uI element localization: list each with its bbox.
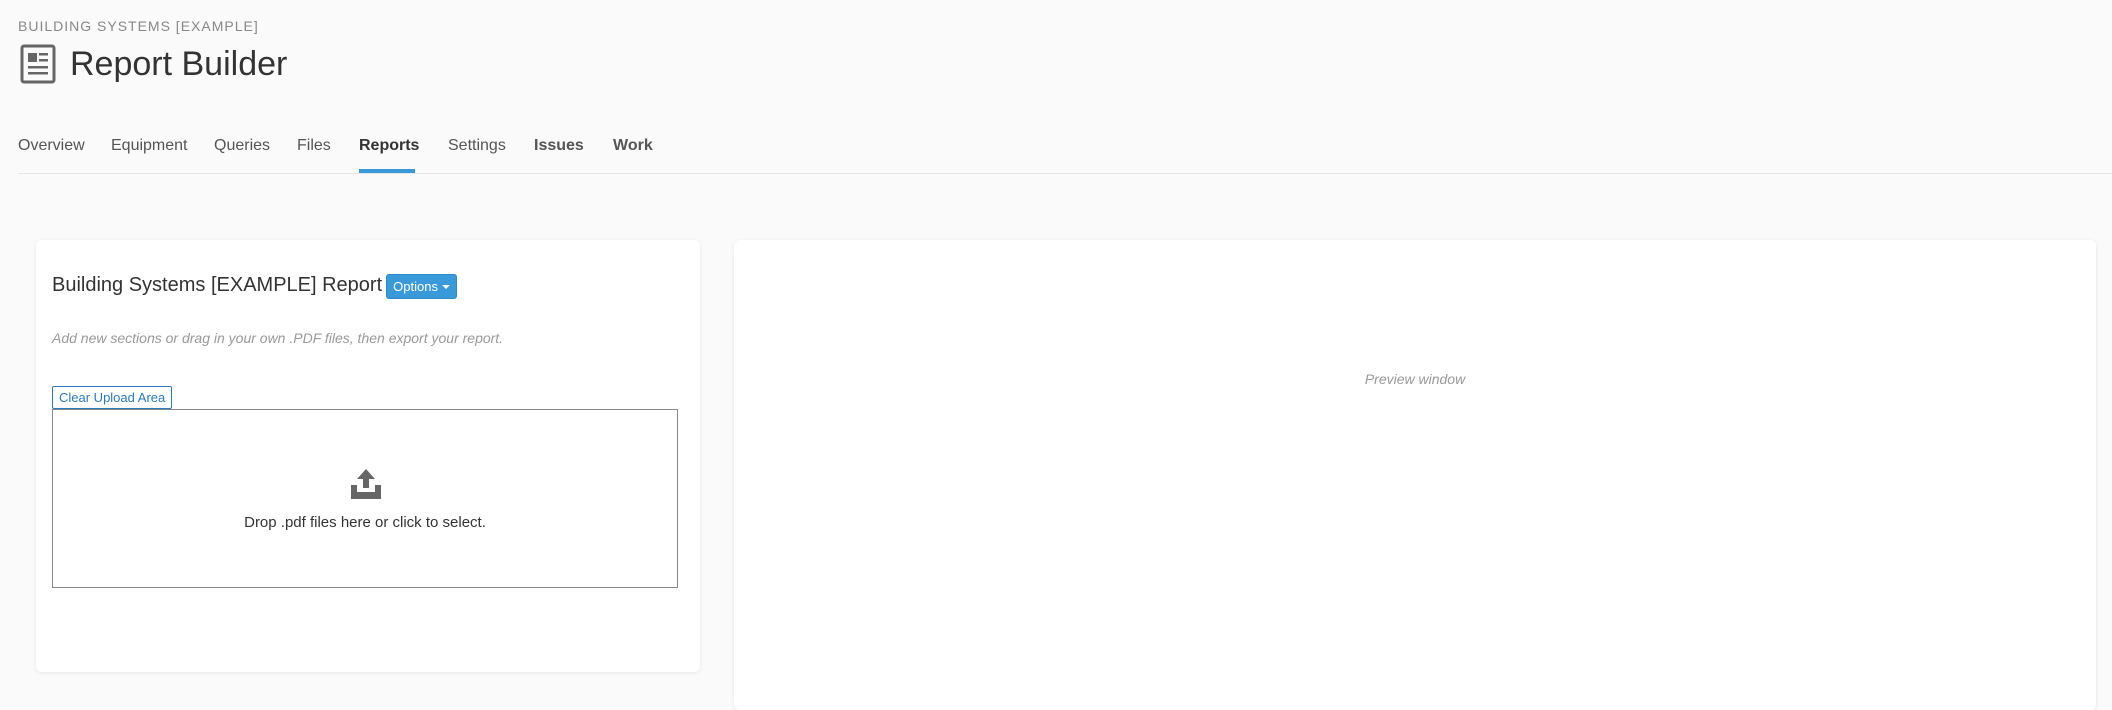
- report-builder-panel: Building Systems [EXAMPLE] Report Option…: [36, 240, 700, 672]
- report-title: Building Systems [EXAMPLE] Report: [52, 274, 383, 296]
- options-label: Options: [393, 279, 438, 294]
- tab-files[interactable]: Files: [297, 137, 331, 155]
- tab-settings[interactable]: Settings: [448, 137, 506, 155]
- report-title-row: Building Systems [EXAMPLE] Report Option…: [52, 272, 457, 299]
- report-document-icon: [18, 42, 58, 86]
- upload-tray-icon: [349, 468, 383, 500]
- clear-upload-area-button[interactable]: Clear Upload Area: [52, 386, 173, 409]
- page-title: Report Builder: [70, 44, 288, 83]
- tab-reports[interactable]: Reports: [359, 137, 419, 155]
- tab-bar: Overview Equipment Queries Files Reports…: [18, 128, 2112, 174]
- tab-issues[interactable]: Issues: [534, 137, 584, 155]
- title-row: Report Builder: [18, 40, 287, 88]
- active-tab-indicator: [359, 169, 415, 173]
- tab-work[interactable]: Work: [613, 137, 653, 155]
- tab-equipment[interactable]: Equipment: [111, 137, 188, 155]
- dropzone-text: Drop .pdf files here or click to select.: [244, 514, 486, 531]
- preview-panel: Preview window: [734, 240, 2096, 710]
- pdf-dropzone[interactable]: Drop .pdf files here or click to select.: [52, 409, 678, 588]
- caret-down-icon: [441, 284, 450, 289]
- tab-queries[interactable]: Queries: [214, 137, 270, 155]
- tab-overview[interactable]: Overview: [18, 137, 85, 155]
- breadcrumb: BUILDING SYSTEMS [EXAMPLE]: [18, 18, 259, 34]
- preview-placeholder: Preview window: [1364, 371, 1466, 387]
- instructions-text: Add new sections or drag in your own .PD…: [52, 330, 504, 346]
- options-dropdown-button[interactable]: Options: [386, 274, 457, 299]
